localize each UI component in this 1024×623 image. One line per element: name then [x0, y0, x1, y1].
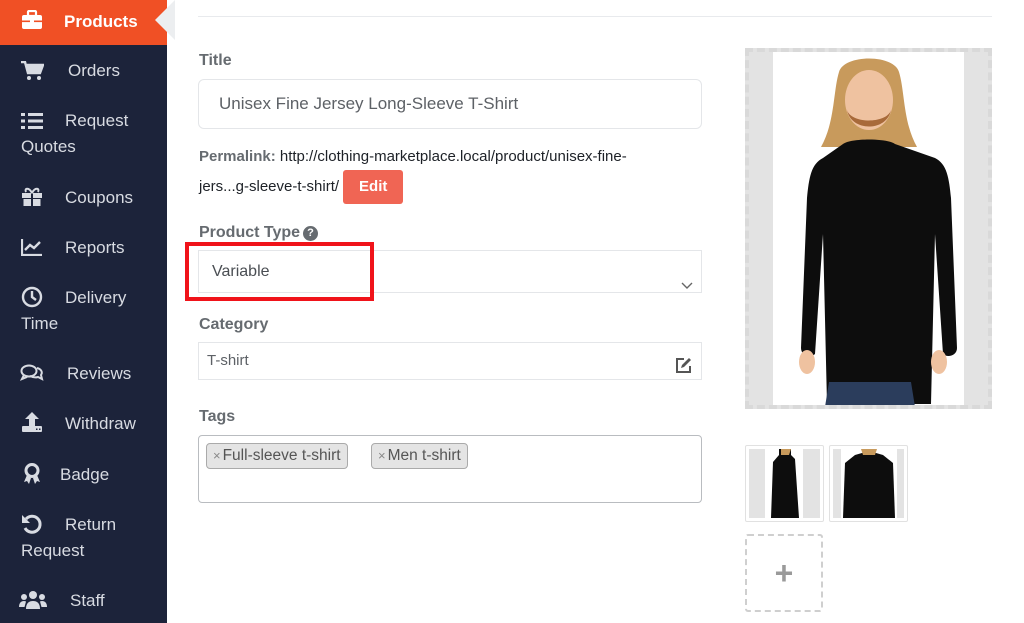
sidebar-item-badge[interactable]: Badge: [0, 462, 167, 488]
sidebar-item-reports[interactable]: Reports: [0, 235, 167, 261]
sidebar-item-label: Request: [65, 111, 129, 130]
tag-label: Full-sleeve t-shirt: [222, 447, 341, 464]
tag-chip: × Full-sleeve t-shirt: [206, 443, 348, 469]
sidebar-item-staff[interactable]: Staff: [0, 588, 167, 614]
help-icon[interactable]: ?: [303, 226, 319, 241]
category-field[interactable]: T-shirt: [198, 342, 702, 380]
highlight-annotation-box: [185, 242, 374, 301]
sidebar-item-orders[interactable]: Orders: [0, 58, 167, 84]
sidebar-item-coupons[interactable]: Coupons: [0, 185, 167, 211]
sidebar-item-label: Time: [21, 314, 59, 333]
clock-icon: [20, 286, 44, 308]
sidebar-item-label: Request: [21, 541, 85, 560]
add-gallery-image-button[interactable]: +: [745, 534, 823, 612]
sidebar-item-reviews[interactable]: Reviews: [0, 361, 167, 387]
product-photo-illustration: [799, 58, 957, 405]
tags-label: Tags: [199, 408, 236, 425]
sidebar-item-delivery-time[interactable]: Delivery Time: [0, 285, 167, 337]
sidebar-item-label: Quotes: [21, 137, 76, 156]
active-indicator-arrow: [155, 0, 175, 40]
plus-icon: +: [774, 554, 794, 591]
sidebar-item-return-request[interactable]: Return Request: [0, 512, 167, 564]
gallery-thumbnail[interactable]: [829, 445, 908, 522]
permalink-url[interactable]: http://clothing-marketplace.local/produc…: [280, 148, 627, 165]
sidebar-item-label: Reports: [65, 238, 125, 257]
award-icon: [20, 463, 44, 485]
sidebar-item-label: Orders: [68, 61, 120, 80]
edit-permalink-button[interactable]: Edit: [343, 170, 404, 204]
upload-icon: [20, 411, 44, 433]
edit-icon[interactable]: [675, 352, 693, 388]
sidebar-item-label: Products: [64, 12, 138, 31]
sidebar-item-request-quotes[interactable]: Request Quotes: [0, 108, 167, 160]
title-input[interactable]: Unisex Fine Jersey Long-Sleeve T-Shirt: [198, 79, 702, 129]
briefcase-icon: [20, 9, 44, 31]
sidebar-item-label: Staff: [70, 591, 105, 610]
title-label: Title: [199, 52, 232, 69]
list-icon: [20, 110, 44, 132]
product-type-label-text: Product Type: [199, 224, 301, 241]
category-value: T-shirt: [207, 352, 249, 369]
undo-icon: [20, 513, 44, 535]
remove-tag-icon[interactable]: ×: [378, 448, 386, 463]
tags-input[interactable]: × Full-sleeve t-shirt × Men t-shirt: [198, 435, 702, 503]
remove-tag-icon[interactable]: ×: [213, 448, 221, 463]
main-product-image[interactable]: [745, 48, 992, 409]
sidebar-item-label: Delivery: [65, 288, 127, 307]
comments-icon: [20, 362, 44, 384]
permalink: Permalink: http://clothing-marketplace.l…: [199, 143, 699, 204]
cart-icon: [20, 60, 44, 82]
chart-line-icon: [20, 236, 44, 258]
gift-icon: [20, 186, 44, 208]
sidebar-item-label: Return: [65, 515, 117, 534]
chevron-down-icon: [681, 265, 693, 306]
sidebar-item-label: Withdraw: [65, 414, 136, 433]
sidebar: Products Orders Request Quotes Coupons R…: [0, 0, 175, 623]
sidebar-item-products[interactable]: Products: [0, 0, 167, 45]
header-divider: [198, 16, 992, 17]
gallery-thumbnail[interactable]: [745, 445, 824, 522]
sidebar-item-label: Badge: [60, 465, 110, 484]
sidebar-item-label: Reviews: [67, 364, 132, 383]
sidebar-item-withdraw[interactable]: Withdraw: [0, 411, 167, 437]
users-icon: [19, 589, 47, 611]
permalink-label: Permalink:: [199, 148, 276, 165]
permalink-url-truncated[interactable]: jers...g-sleeve-t-shirt/: [199, 178, 339, 195]
category-label: Category: [199, 316, 269, 333]
tag-chip: × Men t-shirt: [371, 443, 468, 469]
product-type-label: Product Type?: [199, 224, 319, 242]
sidebar-item-label: Coupons: [65, 188, 134, 207]
tag-label: Men t-shirt: [387, 447, 461, 464]
